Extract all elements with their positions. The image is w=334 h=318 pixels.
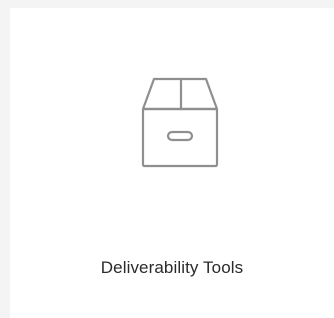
archive-box-icon [141, 77, 219, 168]
deliverability-tools-card[interactable]: Deliverability Tools [10, 8, 334, 318]
card-label: Deliverability Tools [100, 258, 244, 277]
